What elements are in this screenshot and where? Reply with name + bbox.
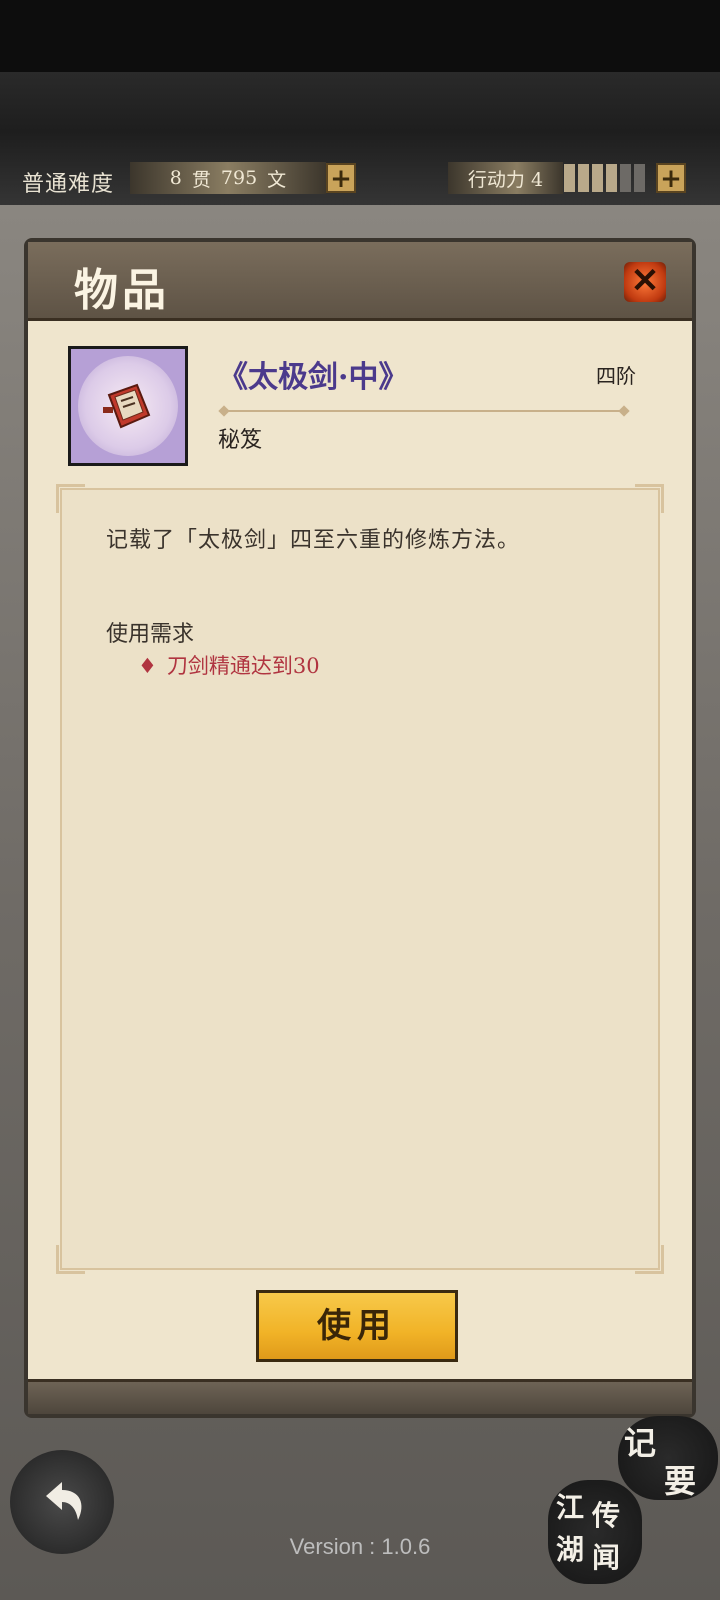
item-icon-frame (68, 346, 188, 466)
stamina-segment (578, 164, 589, 192)
description-panel: 记载了「太极剑」四至六重的修炼方法。 使用需求 ♦ 刀剑精通达到30 (56, 484, 664, 1274)
stamina-bar (564, 164, 645, 192)
money-display: 8 贯 795 文 (130, 162, 326, 194)
item-type: 秘笈 (218, 428, 263, 453)
money-wen: 795 (220, 167, 258, 189)
item-description: 记载了「太极剑」四至六重的修炼方法。 (106, 528, 521, 553)
back-arrow-icon (46, 1482, 82, 1520)
dialog-footer (28, 1379, 692, 1414)
diamond-icon: ♦ (138, 654, 157, 678)
notes-label-2: 要 (664, 1462, 697, 1500)
item-divider (224, 410, 624, 412)
item-dialog: 物品 ✕ 《太极剑·中》 四阶 秘笈 记载了「太极剑」四至六重的修炼方法。 使用… (24, 238, 696, 1418)
difficulty-label: 普通难度 (22, 172, 115, 197)
panel-corner (56, 1245, 85, 1274)
requirements-title: 使用需求 (106, 622, 195, 647)
money-wen-unit: 文 (267, 168, 287, 191)
version-label: Version : 1.0.6 (289, 1534, 431, 1559)
stamina-segment (606, 164, 617, 192)
panel-corner (56, 484, 85, 513)
stamina-segment (564, 164, 575, 192)
requirement-item: ♦ 刀剑精通达到30 (138, 650, 320, 680)
item-name: 《太极剑·中》 (218, 360, 409, 395)
money-guan: 8 (169, 167, 182, 189)
stamina-segment (634, 164, 645, 192)
book-icon (78, 356, 178, 456)
dialog-header: 物品 ✕ (28, 242, 692, 321)
panel-corner (635, 484, 664, 513)
rumors-button[interactable]: 江 传 湖 闻 (548, 1480, 642, 1584)
stamina-segment (592, 164, 603, 192)
rumors-label-1: 江 (556, 1491, 585, 1524)
close-button[interactable]: ✕ (624, 262, 666, 302)
status-bar: 普通难度 8 贯 795 文 + 行动力 4 + (0, 158, 720, 202)
use-button[interactable]: 使用 (256, 1290, 458, 1362)
stamina-segment (620, 164, 631, 192)
notes-label-1: 记 (624, 1424, 657, 1462)
add-money-button[interactable]: + (326, 163, 356, 193)
requirement-text: 刀剑精通达到30 (166, 654, 320, 678)
dialog-title: 物品 (74, 265, 170, 316)
stamina-label: 行动力 4 (448, 162, 563, 194)
add-stamina-button[interactable]: + (656, 163, 686, 193)
rumors-label-2: 传 (592, 1499, 621, 1532)
panel-corner (635, 1245, 664, 1274)
status-area-top (0, 0, 720, 72)
money-guan-unit: 贯 (191, 168, 211, 191)
notes-button[interactable]: 记 要 (618, 1416, 718, 1500)
item-tier: 四阶 (596, 364, 636, 388)
